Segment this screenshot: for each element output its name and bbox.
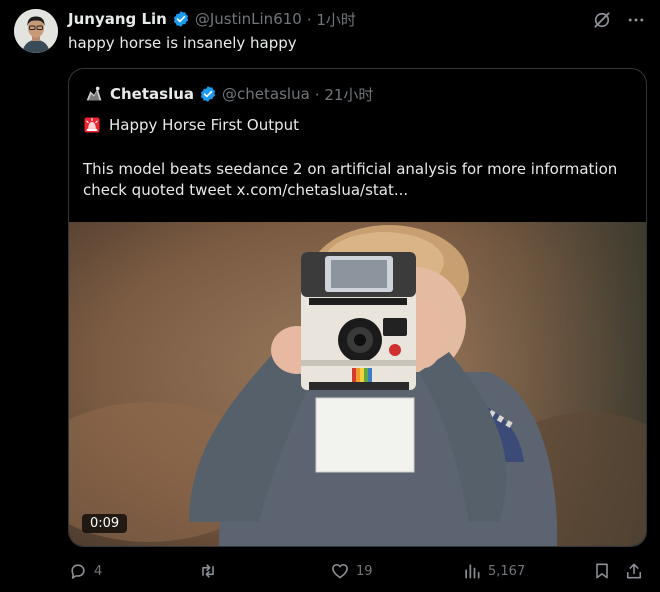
quote-author-handle[interactable]: @chetaslua [222, 85, 310, 103]
video-duration: 0:09 [82, 514, 128, 533]
quote-author-name[interactable]: Chetaslua [110, 85, 194, 103]
reply-count: 4 [94, 563, 103, 579]
like-icon [330, 561, 350, 581]
reply-icon [68, 561, 88, 581]
quote-title: Happy Horse First Output [109, 116, 300, 134]
tweet-top-icons [592, 10, 646, 30]
views-icon [462, 561, 482, 581]
tweet-text: happy horse is insanely happy [68, 34, 297, 52]
bookmark-icon [592, 561, 612, 581]
grok-icon[interactable] [592, 10, 612, 30]
more-icon[interactable] [626, 10, 646, 30]
reply-button[interactable]: 4 [68, 561, 102, 581]
retweet-icon [198, 561, 218, 581]
quote-title-line: Happy Horse First Output [83, 116, 299, 134]
quote-verified-badge-icon [199, 85, 217, 103]
verified-badge-icon [172, 10, 190, 28]
like-button[interactable]: 19 [330, 561, 373, 581]
quote-body: This model beats seedance 2 on artificia… [83, 160, 618, 199]
views-button[interactable]: 5,167 [462, 561, 525, 581]
share-button[interactable] [624, 561, 644, 581]
author-handle[interactable]: @JustinLin610 [195, 10, 302, 28]
action-bar: 4 19 5,167 [68, 561, 648, 585]
quote-time: · 21小时 [314, 85, 374, 104]
retweet-button[interactable] [198, 561, 224, 581]
like-count: 19 [356, 563, 373, 579]
quote-avatar[interactable] [83, 83, 105, 105]
quote-header: Chetaslua @chetaslua · 21小时 [83, 83, 373, 105]
share-icon [624, 561, 644, 581]
bookmark-button[interactable] [592, 561, 612, 581]
author-avatar[interactable] [14, 9, 58, 53]
tweet-time[interactable]: · 1小时 [307, 9, 356, 30]
tweet-header: Junyang Lin @JustinLin610 · 1小时 [68, 8, 356, 30]
views-count: 5,167 [488, 563, 526, 579]
siren-icon [83, 116, 101, 134]
quoted-tweet[interactable]: Chetaslua @chetaslua · 21小时 Happy Horse … [68, 68, 647, 547]
author-name[interactable]: Junyang Lin [68, 10, 167, 28]
video-thumbnail[interactable]: 0:09 [69, 222, 646, 546]
